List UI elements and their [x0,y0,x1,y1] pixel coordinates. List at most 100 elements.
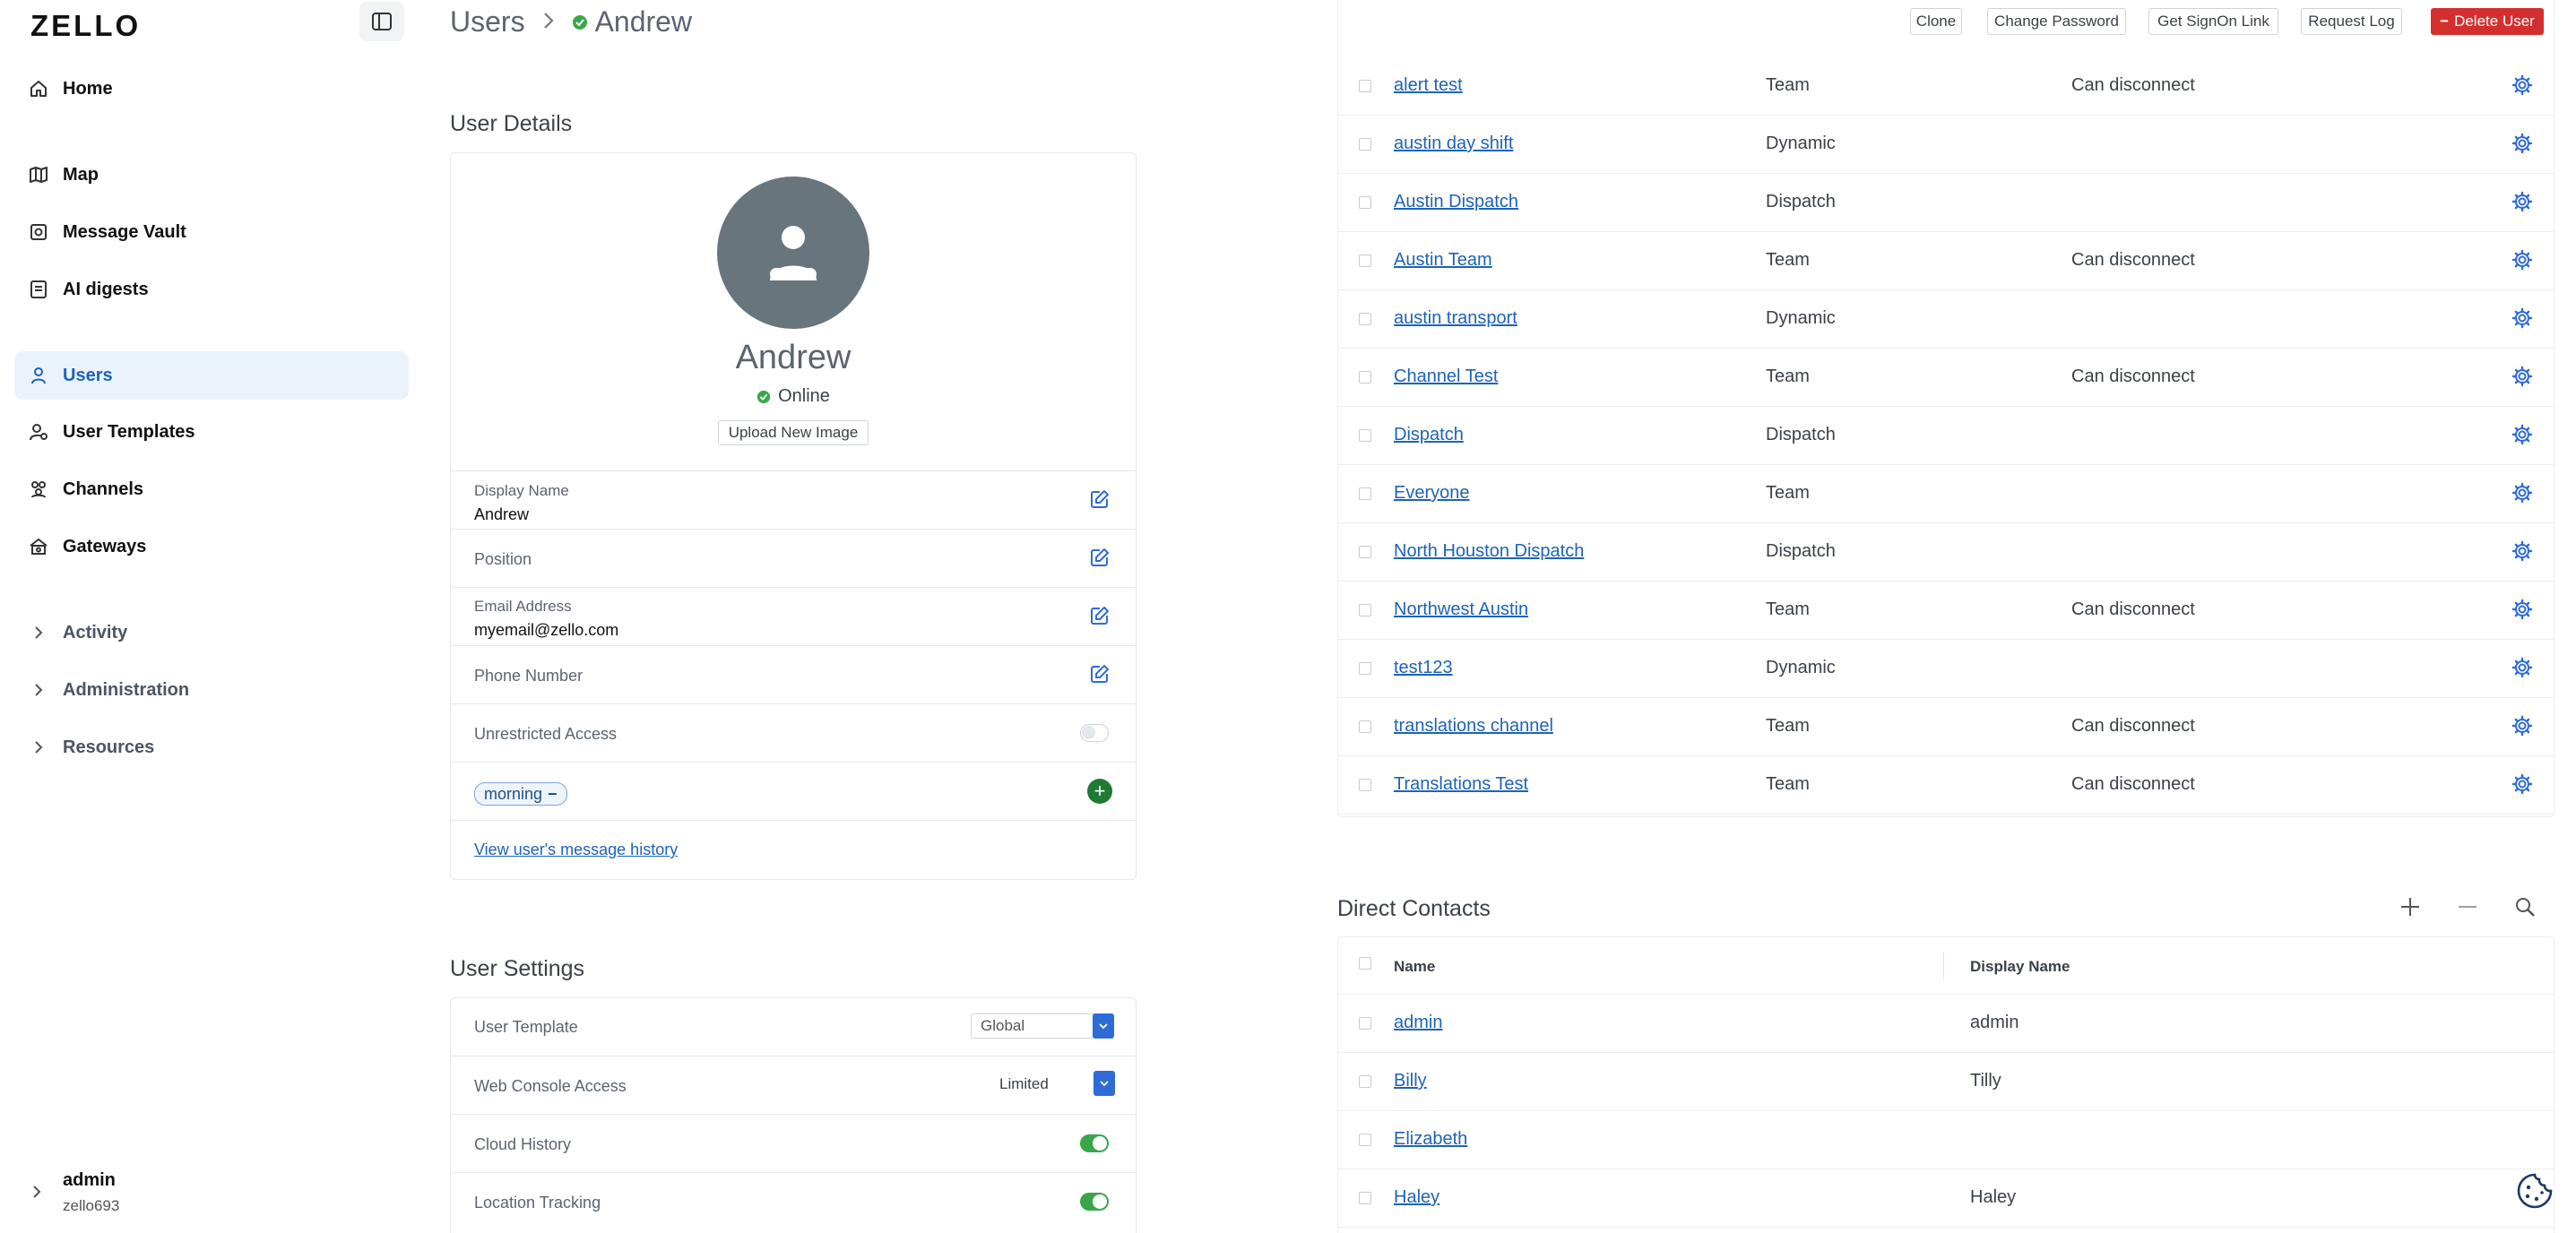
edit-icon[interactable] [1089,488,1112,512]
sidebar-item-message-vault[interactable]: Message Vault [14,208,409,256]
channel-name-link[interactable]: Everyone [1394,483,1470,504]
channel-type: Team [1766,366,1810,386]
zello-logo[interactable]: ZELLO [30,9,141,43]
upload-image-button[interactable]: Upload New Image [718,420,869,445]
row-checkbox[interactable] [1359,720,1371,733]
edit-icon[interactable] [1089,663,1112,686]
contact-name-link[interactable]: Billy [1394,1071,1427,1091]
select-all-checkbox[interactable] [1359,957,1371,970]
breadcrumb-users[interactable]: Users [450,5,525,39]
row-checkbox[interactable] [1359,546,1371,558]
sidebar-item-channels[interactable]: Channels [14,465,409,513]
sidebar-item-activity[interactable]: Activity [14,608,409,657]
channel-name-link[interactable]: Translations Test [1394,774,1528,795]
sidebar-item-map[interactable]: Map [14,151,409,199]
cloud-history-row: Cloud History [451,1114,1136,1172]
channel-type: Dispatch [1766,192,1836,211]
sidebar-item-ai-digests[interactable]: AI digests [14,265,409,314]
channel-permission: Can disconnect [2071,716,2195,736]
gear-icon[interactable] [2511,540,2535,564]
user-template-select[interactable]: Global [971,1013,1114,1039]
contact-name-link[interactable]: Elizabeth [1394,1129,1467,1150]
channel-name-link[interactable]: austin day shift [1394,134,1513,154]
sidebar-item-gateways[interactable]: Gateways [14,522,409,571]
gear-icon[interactable] [2511,191,2535,214]
column-header-display-name[interactable]: Display Name [1970,958,2070,976]
channel-name-link[interactable]: Dispatch [1394,425,1464,445]
gear-icon[interactable] [2511,74,2535,98]
sidebar-toggle-icon[interactable] [359,2,404,41]
row-checkbox[interactable] [1359,313,1371,325]
channel-name-link[interactable]: Northwest Austin [1394,599,1528,620]
sidebar-item-home[interactable]: Home [14,65,409,113]
channel-name-link[interactable]: Austin Team [1394,250,1492,271]
gear-icon[interactable] [2511,657,2535,680]
chevron-right-icon [30,1185,43,1203]
gear-icon[interactable] [2511,307,2535,331]
message-history-link[interactable]: View user's message history [474,841,678,859]
edit-icon[interactable] [1089,547,1112,570]
channel-name-link[interactable]: austin transport [1394,308,1517,329]
sidebar-item-label: Administration [63,679,190,700]
gear-icon[interactable] [2511,773,2535,797]
web-console-select[interactable]: Limited [999,1071,1115,1097]
location-tracking-label: Location Tracking [474,1194,601,1211]
channel-name-link[interactable]: translations channel [1394,716,1553,737]
channel-name-link[interactable]: North Houston Dispatch [1394,541,1584,562]
channel-type: Team [1766,774,1810,794]
sidebar-item-user-templates[interactable]: User Templates [14,408,409,456]
channel-permission: Can disconnect [2071,774,2195,794]
gear-icon[interactable] [2511,599,2535,622]
row-checkbox[interactable] [1359,487,1371,500]
row-checkbox[interactable] [1359,604,1371,616]
contact-name-link[interactable]: Haley [1394,1187,1439,1208]
row-checkbox[interactable] [1359,662,1371,675]
status-text: Online [778,386,830,406]
sidebar-item-administration[interactable]: Administration [14,666,409,714]
contact-name-link[interactable]: admin [1394,1013,1442,1033]
phone-label: Phone Number [474,667,583,685]
row-checkbox[interactable] [1359,1192,1371,1204]
sidebar-item-label: Gateways [63,536,147,556]
gear-icon[interactable] [2511,366,2535,389]
add-contact-icon[interactable] [2399,895,2422,923]
sidebar-item-users[interactable]: Users [14,351,409,400]
home-icon [27,77,50,100]
gear-icon[interactable] [2511,249,2535,272]
gear-icon[interactable] [2511,482,2535,505]
row-checkbox[interactable] [1359,80,1371,92]
sidebar-item-resources[interactable]: Resources [14,723,409,772]
row-checkbox[interactable] [1359,779,1371,791]
remove-contact-icon[interactable] [2456,895,2479,923]
sidebar-item-label: Users [63,365,113,385]
channel-name-link[interactable]: test123 [1394,658,1453,678]
cookie-settings-icon[interactable] [2515,1171,2554,1211]
tag-morning[interactable]: morning − [474,782,567,806]
row-checkbox[interactable] [1359,1075,1371,1088]
unrestricted-access-toggle[interactable] [1080,724,1109,742]
table-row: Elizabeth [1337,1111,2554,1169]
gear-icon[interactable] [2511,424,2535,447]
location-tracking-toggle[interactable] [1080,1193,1109,1211]
row-checkbox[interactable] [1359,1134,1371,1146]
column-header-name[interactable]: Name [1394,958,1435,976]
row-checkbox[interactable] [1359,138,1371,151]
channel-name-link[interactable]: alert test [1394,75,1463,96]
channel-name-link[interactable]: Channel Test [1394,366,1498,387]
channels-icon [27,478,50,501]
remove-tag-icon[interactable]: − [548,785,558,804]
edit-icon[interactable] [1089,605,1112,628]
row-checkbox[interactable] [1359,196,1371,209]
add-tag-button[interactable]: + [1087,779,1112,804]
row-checkbox[interactable] [1359,429,1371,442]
search-icon[interactable] [2513,895,2537,923]
sidebar-item-label: Resources [63,737,155,757]
channel-name-link[interactable]: Austin Dispatch [1394,192,1518,212]
avatar[interactable] [717,177,869,329]
gear-icon[interactable] [2511,715,2535,738]
cloud-history-toggle[interactable] [1080,1134,1109,1152]
row-checkbox[interactable] [1359,1017,1371,1030]
row-checkbox[interactable] [1359,254,1371,267]
gear-icon[interactable] [2511,133,2535,156]
row-checkbox[interactable] [1359,371,1371,384]
